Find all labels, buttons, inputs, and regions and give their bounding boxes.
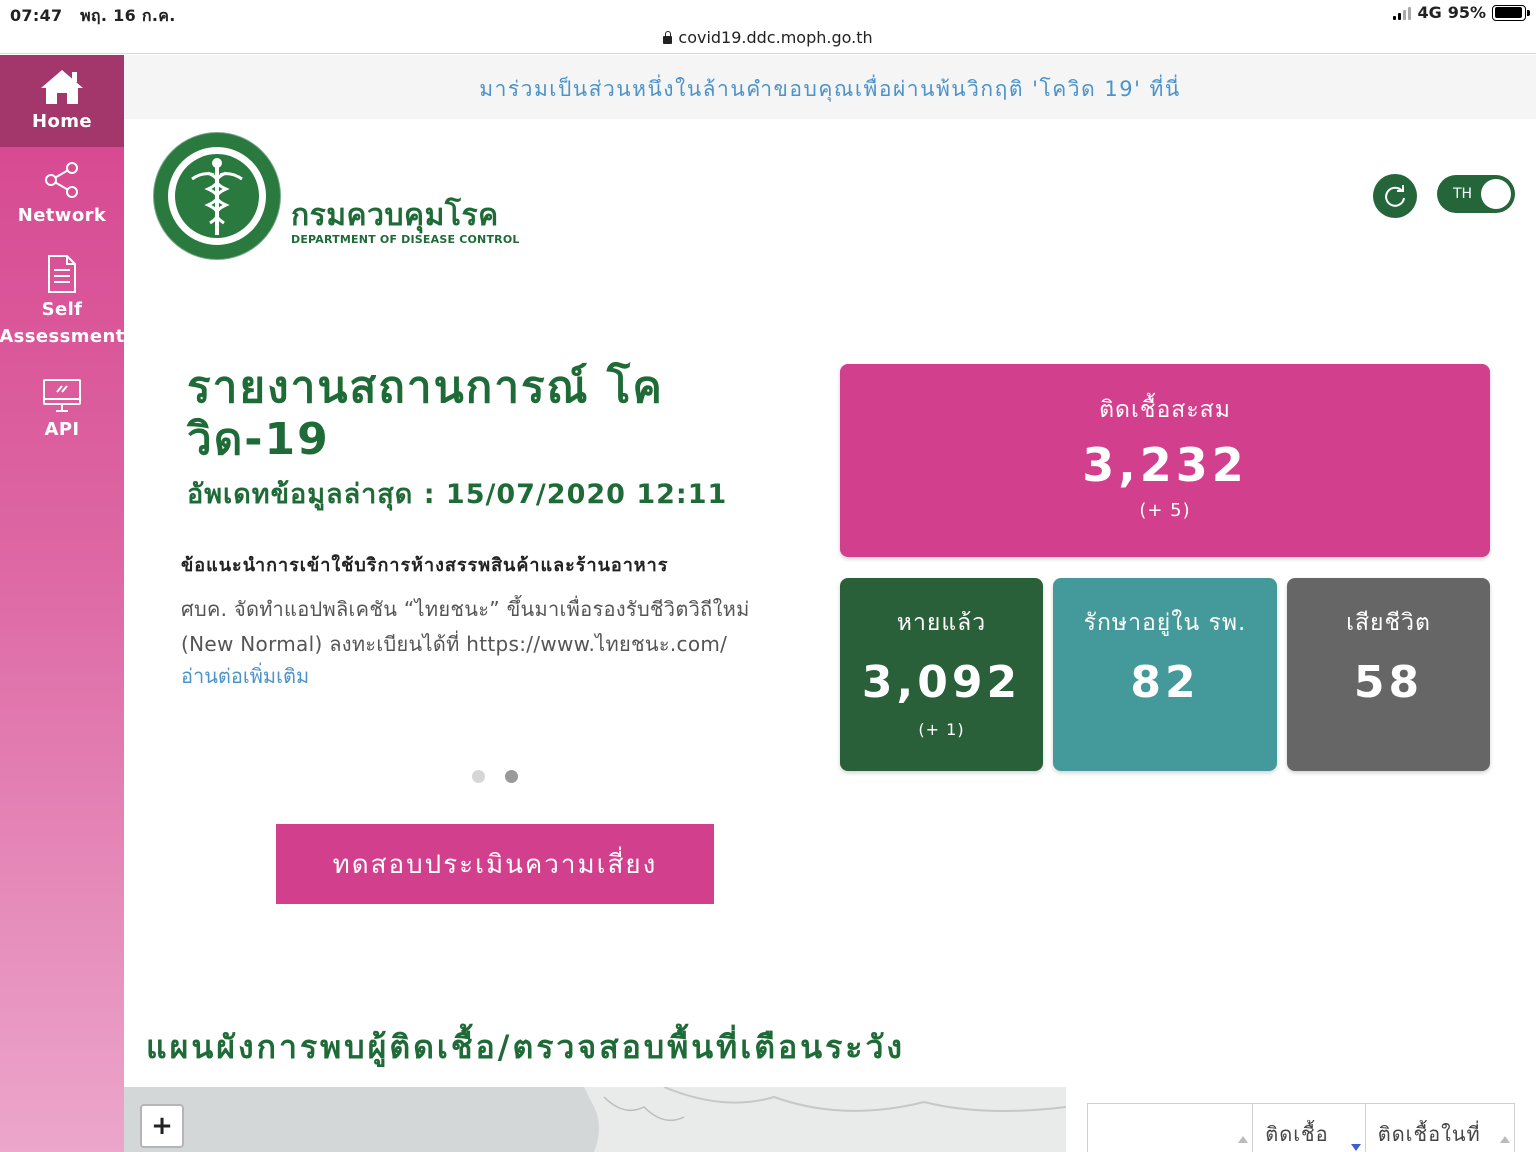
ios-status-bar: 07:47 พฤ. 16 ก.ค. 4G 95%: [0, 0, 1536, 28]
language-toggle[interactable]: TH: [1437, 175, 1515, 213]
sidebar-item-self-assessment[interactable]: Self Assessment: [0, 241, 124, 363]
org-title: กรมควบคุมโรค: [291, 198, 499, 233]
carousel-dot[interactable]: [472, 770, 485, 783]
last-updated: อัพเดทข้อมูลล่าสุด : 15/07/2020 12:11: [187, 479, 728, 510]
table-header-cell[interactable]: ติดเชื้อในที่: [1366, 1104, 1514, 1152]
table-header-cell[interactable]: [1088, 1104, 1254, 1152]
sidebar-item-home[interactable]: Home: [0, 55, 124, 147]
battery-percent: 95%: [1447, 3, 1486, 22]
sidebar: Home Network Self Assessment API: [0, 55, 124, 1152]
card-delta: (+ 5): [1139, 500, 1191, 521]
card-value: 3,092: [861, 657, 1022, 708]
url-text[interactable]: covid19.ddc.moph.go.th: [678, 28, 872, 47]
sidebar-item-label: Home: [32, 110, 92, 132]
sidebar-item-label: API: [44, 418, 80, 440]
total-infected-card: ติดเชื้อสะสม 3,232 (+ 5): [840, 364, 1490, 557]
card-value: 58: [1353, 657, 1424, 708]
province-table: ติดเชื้อ ติดเชื้อในที่: [1087, 1103, 1515, 1152]
read-more-link[interactable]: อ่านต่อเพิ่มเติม: [181, 660, 309, 692]
ministry-logo: [153, 132, 281, 260]
language-label: TH: [1453, 186, 1473, 202]
deaths-card: เสียชีวิต 58: [1287, 578, 1490, 771]
recovered-card: หายแล้ว 3,092 (+ 1): [840, 578, 1043, 771]
status-time: 07:47 พฤ. 16 ก.ค.: [10, 4, 176, 29]
signal-icon: [1393, 6, 1412, 20]
carousel-dot-active[interactable]: [505, 770, 518, 783]
map-section-title: แผนผังการพบผู้ติดเชื้อ/ตรวจสอบพื้นที่เตื…: [146, 1028, 906, 1066]
header-label: ติดเชื้อ: [1265, 1122, 1329, 1146]
status-date: พฤ. 16 ก.ค.: [80, 6, 176, 25]
monitor-icon: [43, 378, 81, 412]
zoom-in-button[interactable]: +: [140, 1104, 184, 1148]
org-subtitle: DEPARTMENT OF DISEASE CONTROL: [291, 233, 520, 246]
document-icon: [48, 255, 76, 293]
network-type: 4G: [1417, 3, 1442, 22]
header-label: ติดเชื้อในที่: [1377, 1122, 1481, 1146]
card-label: รักษาอยู่ใน รพ.: [1083, 610, 1247, 636]
sidebar-item-network[interactable]: Network: [0, 147, 124, 241]
card-delta: (+ 1): [918, 720, 965, 739]
home-icon: [41, 69, 83, 104]
card-label: เสียชีวิต: [1346, 610, 1431, 636]
status-indicators: 4G 95%: [1393, 3, 1530, 22]
url-bar[interactable]: covid19.ddc.moph.go.th: [0, 28, 1536, 54]
share-network-icon: [45, 161, 78, 198]
news-body: ศบค. จัดทำแอปพลิเคชัน “ไทยชนะ” ขึ้นมาเพื…: [181, 597, 750, 656]
risk-assessment-button[interactable]: ทดสอบประเมินความเสี่ยง: [276, 824, 714, 904]
refresh-icon: [1385, 185, 1405, 207]
sort-desc-icon: [1350, 1144, 1361, 1151]
page-title: รายงานสถานการณ์ โควิด-19: [187, 362, 664, 465]
refresh-button[interactable]: [1373, 174, 1417, 218]
map-terrain: [584, 1087, 1066, 1152]
sort-icon: [1238, 1136, 1249, 1143]
sidebar-item-api[interactable]: API: [0, 363, 124, 457]
sidebar-item-label: Network: [17, 204, 107, 226]
lock-icon: [663, 31, 673, 44]
card-value: 82: [1130, 657, 1200, 708]
sort-icon: [1500, 1136, 1510, 1143]
battery-icon: [1492, 4, 1530, 21]
card-value: 3,232: [1082, 438, 1248, 492]
status-clock: 07:47: [10, 6, 63, 25]
toggle-knob: [1481, 179, 1511, 209]
news-title: ข้อแนะนำการเข้าใช้บริการห้างสรรพสินค้าแล…: [181, 555, 669, 576]
table-header-cell[interactable]: ติดเชื้อ: [1253, 1104, 1366, 1152]
card-label: หายแล้ว: [896, 610, 987, 636]
hospitalized-card: รักษาอยู่ใน รพ. 82: [1053, 578, 1277, 771]
sidebar-item-label: Self Assessment: [0, 299, 125, 347]
card-label: ติดเชื้อสะสม: [1099, 397, 1231, 423]
thank-you-banner[interactable]: มาร่วมเป็นส่วนหนึ่งในล้านคำขอบคุณเพื่อผ่…: [124, 55, 1536, 119]
infection-map[interactable]: +: [124, 1087, 1066, 1152]
